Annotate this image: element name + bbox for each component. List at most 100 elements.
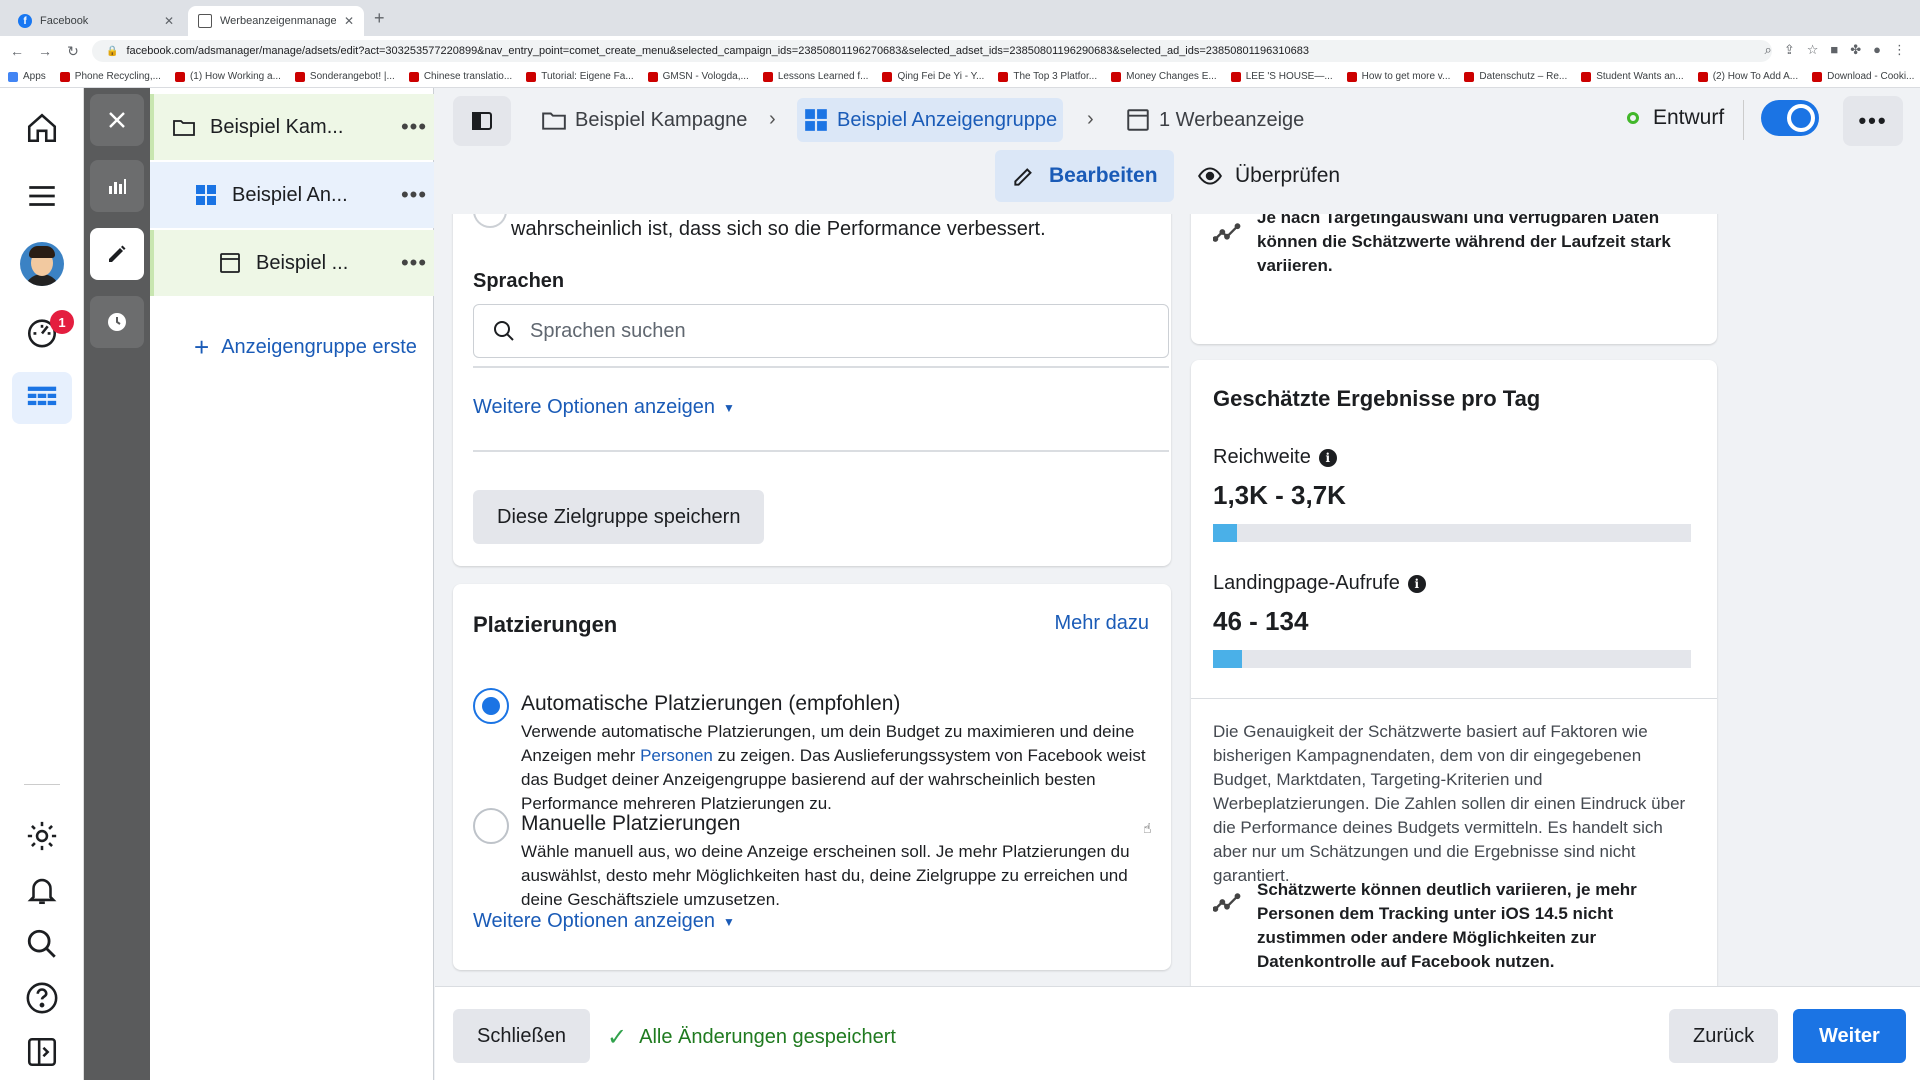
back-button[interactable]: Zurück: [1669, 1009, 1779, 1063]
new-tab-icon[interactable]: +: [374, 8, 385, 29]
home-icon[interactable]: [0, 102, 84, 154]
languages-search-input[interactable]: Sprachen suchen: [473, 304, 1169, 358]
close-tab-icon[interactable]: ✕: [164, 14, 174, 28]
reach-label: Reichweite i: [1213, 446, 1337, 469]
bookmark-item[interactable]: Datenschutz – Re...: [1464, 71, 1567, 82]
saved-status: ✓ Alle Änderungen gespeichert: [607, 1023, 896, 1052]
bookmark-item[interactable]: How to get more v...: [1346, 71, 1450, 82]
info-icon[interactable]: i: [1318, 448, 1337, 467]
more-actions-button[interactable]: •••: [1843, 96, 1903, 146]
search-icon[interactable]: [0, 918, 84, 970]
save-audience-button[interactable]: Diese Zielgruppe speichern: [473, 490, 765, 544]
bookmark-item[interactable]: Apps: [8, 71, 46, 82]
edit-mode-button[interactable]: [90, 228, 144, 280]
editor-scroll-area[interactable]: wahrscheinlich ist, dass sich so die Per…: [435, 214, 1920, 986]
menu-icon[interactable]: [0, 170, 84, 222]
extension-icon[interactable]: ■: [1830, 42, 1838, 58]
manual-placements-description: Wähle manuell aus, wo deine Anzeige ersc…: [521, 842, 1130, 909]
notifications-bell-icon[interactable]: [0, 864, 84, 916]
edit-mode-tab[interactable]: Bearbeiten: [995, 150, 1174, 202]
bookmark-item[interactable]: GMSN - Vologda,...: [647, 71, 749, 82]
pencil-icon: [109, 245, 126, 262]
bookmark-item[interactable]: Sonderangebot! |...: [294, 71, 395, 82]
people-link[interactable]: Personen: [640, 746, 713, 765]
bookmark-item[interactable]: Qing Fei De Yi - Y...: [882, 71, 984, 82]
more-options-link[interactable]: Weitere Optionen anzeigen ▼: [473, 910, 735, 933]
breadcrumb-campaign[interactable]: Beispiel Kampagne: [535, 98, 753, 142]
zoom-icon[interactable]: ⌕: [1765, 42, 1772, 58]
star-icon[interactable]: ☆: [1807, 42, 1819, 58]
more-options-icon[interactable]: •••: [394, 114, 434, 140]
back-arrow-icon[interactable]: ←: [6, 43, 28, 59]
bookmark-label: Tutorial: Eigene Fa...: [541, 71, 634, 82]
chrome-menu-icon[interactable]: ⋮: [1893, 42, 1906, 58]
profile-avatar[interactable]: [0, 238, 84, 290]
bookmark-item[interactable]: Money Changes E...: [1111, 71, 1217, 82]
help-icon[interactable]: [0, 972, 84, 1024]
bookmark-item[interactable]: (2) How To Add A...: [1697, 71, 1798, 82]
info-icon[interactable]: i: [1407, 574, 1426, 593]
estimate-note-card: Je nach Targetingauswahl und verfügbaren…: [1191, 214, 1717, 344]
reporting-button[interactable]: [90, 160, 144, 212]
create-adset-link[interactable]: + Anzeigengruppe erste: [194, 332, 417, 363]
tree-item-adset[interactable]: Beispiel An... •••: [150, 162, 434, 228]
bookmark-favicon-icon: [294, 71, 305, 82]
manual-placements-radio[interactable]: [473, 808, 509, 844]
close-tab-icon[interactable]: ✕: [344, 14, 354, 28]
bookmark-item[interactable]: LEE 'S HOUSE—...: [1230, 71, 1333, 82]
sidebar-toggle-button[interactable]: [453, 96, 511, 146]
bookmark-item[interactable]: Phone Recycling,...: [59, 71, 161, 82]
bookmark-favicon-icon: [1230, 71, 1241, 82]
browser-tab-adsmanager[interactable]: Werbeanzeigenmanager - Wer ✕: [188, 6, 364, 36]
share-icon[interactable]: ⇪: [1784, 42, 1795, 58]
grid-icon: [196, 185, 216, 205]
manual-placements-title: Manuelle Platzierungen: [521, 812, 741, 835]
bookmark-item[interactable]: Tutorial: Eigene Fa...: [526, 71, 634, 82]
close-button[interactable]: Schließen: [453, 1009, 590, 1063]
bookmark-item[interactable]: Student Wants an...: [1581, 71, 1684, 82]
bookmark-item[interactable]: (1) How Working a...: [174, 71, 281, 82]
metric-label-text: Reichweite: [1213, 446, 1311, 468]
radio-button[interactable]: [473, 214, 507, 228]
more-options-icon[interactable]: •••: [394, 182, 434, 208]
truncated-description: wahrscheinlich ist, dass sich so die Per…: [511, 218, 1046, 240]
next-button[interactable]: Weiter: [1793, 1009, 1906, 1063]
bookmark-label: Download - Cooki...: [1827, 71, 1915, 82]
reload-icon[interactable]: ↻: [62, 43, 84, 60]
bookmark-item[interactable]: Download - Cooki...: [1812, 71, 1914, 82]
review-mode-tab[interactable]: Überprüfen: [1181, 150, 1356, 202]
more-options-link[interactable]: Weitere Optionen anzeigen ▼: [473, 396, 735, 419]
reach-bar: [1213, 524, 1691, 542]
editor-tool-column: [84, 88, 150, 1080]
breadcrumb-ad[interactable]: 1 Werbeanzeige: [1119, 98, 1310, 142]
close-editor-button[interactable]: [90, 94, 144, 146]
bookmark-label: Datenschutz – Re...: [1479, 71, 1568, 82]
breadcrumb-label: Beispiel Anzeigengruppe: [837, 108, 1058, 131]
puzzle-icon[interactable]: ✤: [1850, 42, 1861, 58]
breadcrumb-adset[interactable]: Beispiel Anzeigengruppe: [797, 98, 1064, 142]
learn-more-link[interactable]: Mehr dazu: [1055, 612, 1150, 635]
left-navigation-rail: 1: [0, 88, 84, 1080]
bookmark-label: (1) How Working a...: [189, 71, 281, 82]
landing-page-views-label: Landingpage-Aufrufe i: [1213, 572, 1426, 595]
bookmark-item[interactable]: Lessons Learned f...: [762, 71, 868, 82]
bookmarks-bar: Apps Phone Recycling,... (1) How Working a…: [0, 66, 1920, 88]
pencil-icon: [1014, 168, 1032, 186]
history-button[interactable]: [90, 296, 144, 348]
bookmark-item[interactable]: The Top 3 Platfor...: [998, 71, 1097, 82]
panel-toggle-icon[interactable]: [0, 1026, 84, 1078]
profile-icon[interactable]: ●: [1873, 42, 1881, 58]
dashboard-icon[interactable]: 1: [0, 306, 84, 358]
tree-item-campaign[interactable]: Beispiel Kam... •••: [150, 94, 434, 160]
url-field[interactable]: 🔒 facebook.com/adsmanager/manage/adsets/…: [92, 40, 1772, 62]
adset-active-toggle[interactable]: [1761, 100, 1819, 136]
settings-gear-icon[interactable]: [0, 810, 84, 862]
tree-item-ad[interactable]: Beispiel ... •••: [150, 230, 434, 296]
forward-arrow-icon[interactable]: →: [34, 43, 56, 59]
auto-placements-radio[interactable]: [473, 688, 509, 724]
bookmark-item[interactable]: Chinese translatio...: [408, 71, 512, 82]
more-options-icon[interactable]: •••: [394, 250, 434, 276]
ads-table-icon[interactable]: [12, 372, 72, 424]
browser-tab-facebook[interactable]: f Facebook ✕: [8, 6, 184, 36]
caret-down-icon: ▼: [723, 914, 735, 929]
